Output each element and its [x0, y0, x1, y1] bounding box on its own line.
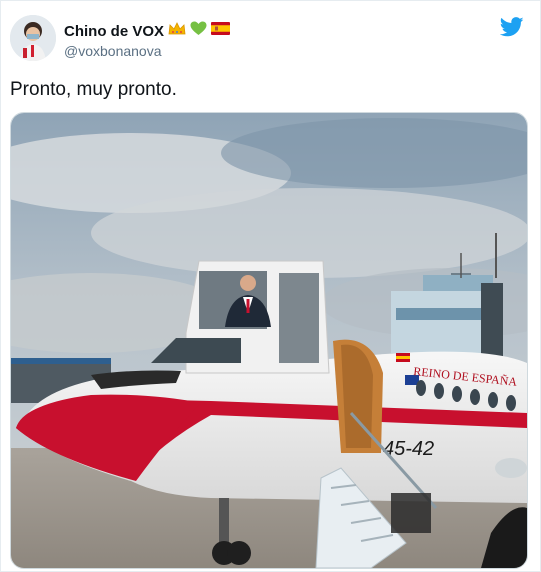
avatar-image: [10, 15, 56, 61]
name-row: Chino de VOX: [64, 21, 231, 41]
user-handle[interactable]: @voxbonanova: [64, 43, 162, 59]
green-heart-icon: [190, 21, 207, 41]
twitter-bird-icon[interactable]: [499, 17, 524, 37]
tweet-text: Pronto, muy pronto.: [10, 79, 177, 100]
tweet-card[interactable]: Chino de VOX @voxbonanova Pronto, muy pr…: [0, 0, 541, 572]
crown-emoji-icon: [168, 21, 186, 41]
tweet-photo[interactable]: REINO DE ESPAÑA 45-42: [10, 112, 528, 569]
display-name[interactable]: Chino de VOX: [64, 23, 164, 40]
spain-flag-icon: [211, 22, 231, 40]
tweet-header: Chino de VOX @voxbonanova: [10, 15, 528, 67]
airplane-photo: REINO DE ESPAÑA 45-42: [11, 113, 527, 568]
avatar[interactable]: [10, 15, 56, 61]
